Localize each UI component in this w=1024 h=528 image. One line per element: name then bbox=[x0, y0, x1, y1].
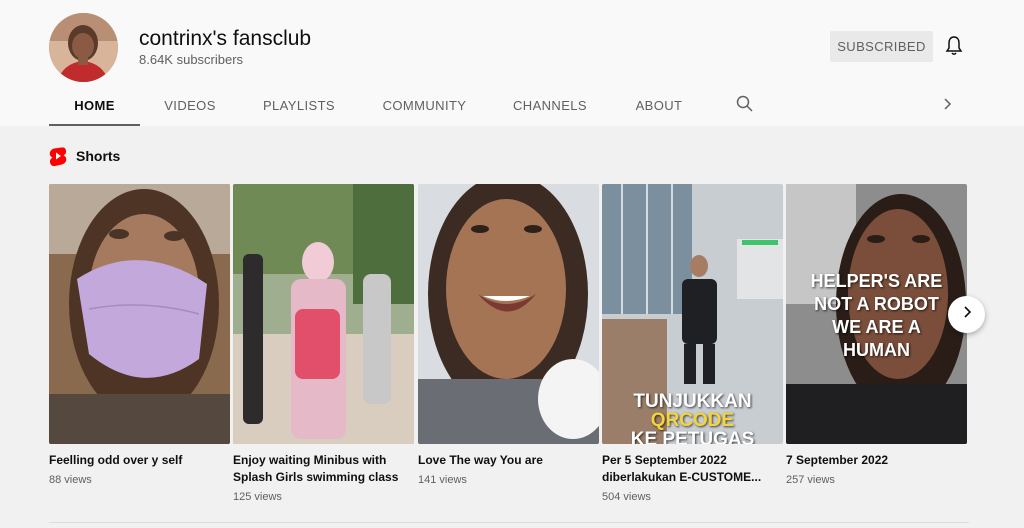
shorts-section-header: Shorts bbox=[49, 146, 121, 167]
short-title[interactable]: Feelling odd over y self bbox=[49, 452, 230, 469]
tab-channels[interactable]: CHANNELS bbox=[509, 84, 591, 126]
section-divider bbox=[49, 522, 969, 523]
carousel-next-button[interactable] bbox=[948, 296, 985, 333]
short-views: 88 views bbox=[49, 474, 92, 486]
thumbnail-overlay-text: WE ARE A bbox=[832, 317, 921, 337]
short-thumbnail[interactable]: TUNJUKKAN QRCODE KE PETUGAS bbox=[602, 184, 783, 444]
tab-videos[interactable]: VIDEOS bbox=[150, 84, 230, 126]
thumbnail-overlay-text: HUMAN bbox=[843, 340, 910, 360]
thumbnail-overlay-text: HELPER'S ARE bbox=[810, 271, 943, 291]
short-views: 125 views bbox=[233, 491, 282, 503]
channel-name[interactable]: contrinx's fansclub bbox=[139, 27, 311, 51]
short-thumbnail[interactable] bbox=[233, 184, 414, 444]
bell-icon[interactable] bbox=[942, 34, 966, 58]
chevron-right-icon bbox=[959, 304, 975, 325]
subscriber-count: 8.64K subscribers bbox=[139, 52, 244, 67]
short-thumbnail[interactable] bbox=[49, 184, 230, 444]
thumbnail-overlay-text: TUNJUKKAN bbox=[633, 391, 752, 412]
short-title[interactable]: Per 5 September 2022 diberlakukan E-CUST… bbox=[602, 452, 783, 486]
tab-community[interactable]: COMMUNITY bbox=[377, 84, 472, 126]
short-title[interactable]: Love The way You are bbox=[418, 452, 599, 469]
tab-home[interactable]: HOME bbox=[49, 84, 140, 126]
short-thumbnail[interactable] bbox=[418, 184, 599, 444]
short-views: 504 views bbox=[602, 491, 651, 503]
shorts-logo-icon bbox=[49, 146, 67, 167]
short-title[interactable]: 7 September 2022 bbox=[786, 452, 967, 469]
thumbnail-overlay-text: QRCODE bbox=[650, 410, 735, 431]
tab-about[interactable]: ABOUT bbox=[631, 84, 687, 126]
channel-avatar[interactable] bbox=[49, 13, 118, 82]
short-views: 141 views bbox=[418, 474, 467, 486]
short-title[interactable]: Enjoy waiting Minibus with Splash Girls … bbox=[233, 452, 414, 486]
chevron-right-icon[interactable] bbox=[937, 94, 957, 114]
thumbnail-overlay-text: KE PETUGAS bbox=[630, 429, 755, 444]
thumbnail-overlay-text: NOT A ROBOT bbox=[814, 294, 939, 314]
short-thumbnail[interactable]: HELPER'S ARE NOT A ROBOT WE ARE A HUMAN bbox=[786, 184, 967, 444]
search-icon[interactable] bbox=[735, 94, 755, 114]
shorts-section-title: Shorts bbox=[76, 148, 121, 164]
tab-playlists[interactable]: PLAYLISTS bbox=[254, 84, 344, 126]
subscribed-button[interactable]: SUBSCRIBED bbox=[830, 31, 933, 62]
short-views: 257 views bbox=[786, 474, 835, 486]
